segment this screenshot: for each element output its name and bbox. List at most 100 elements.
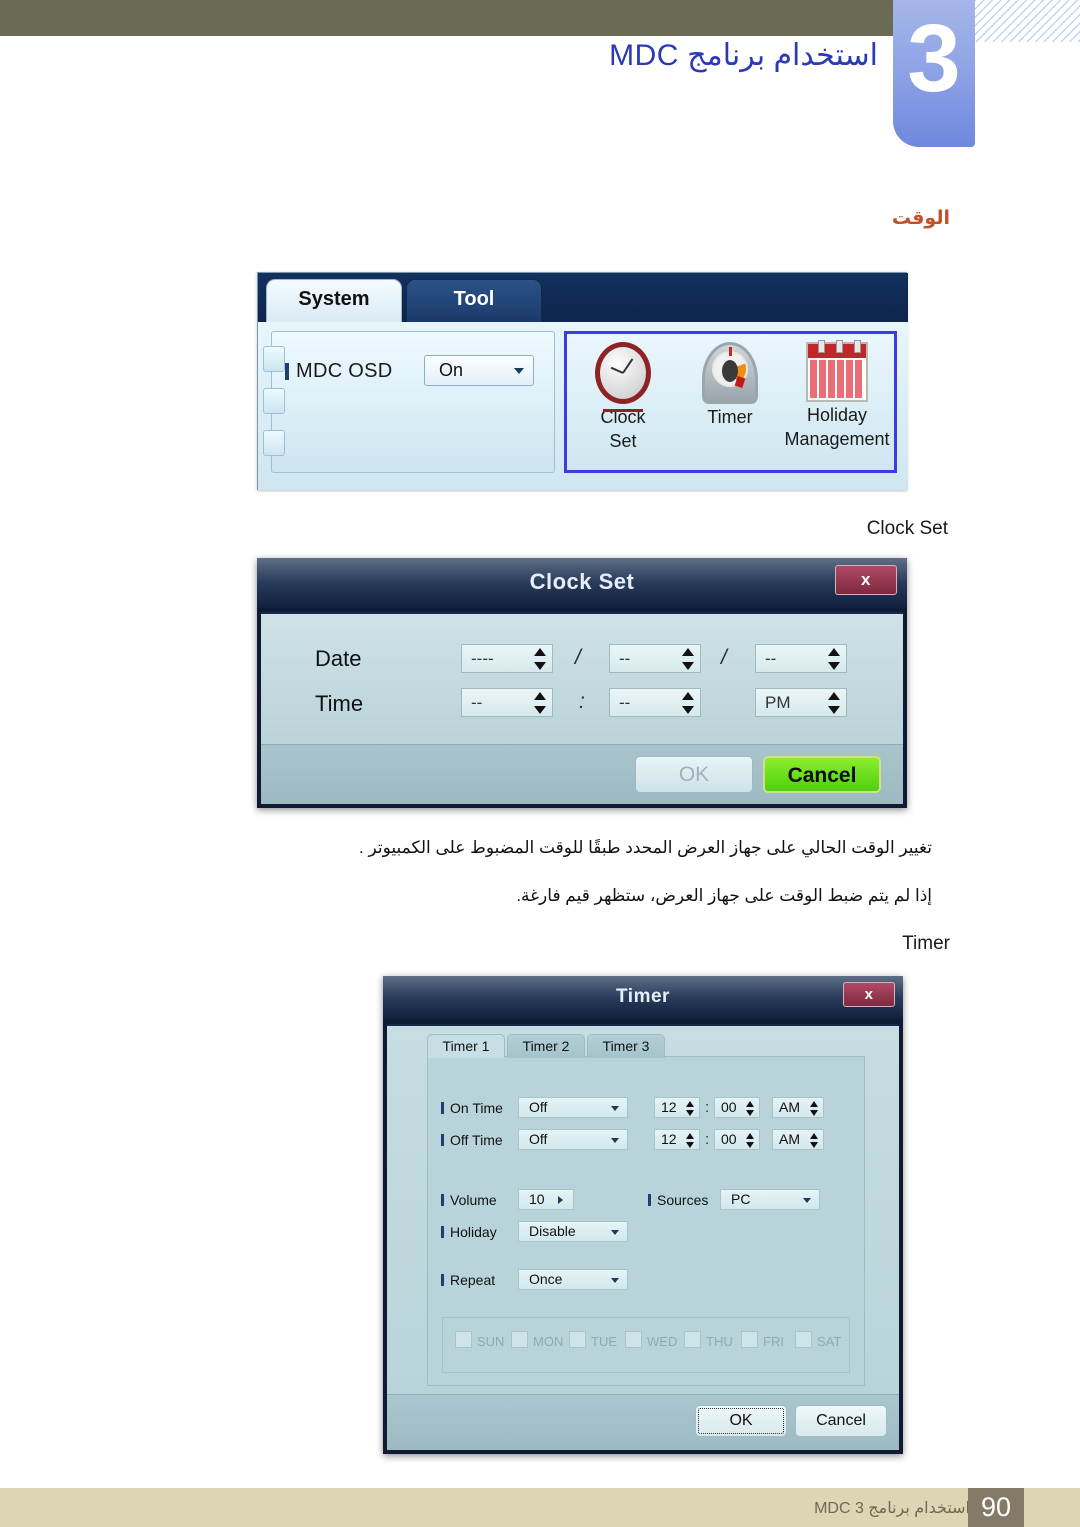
timer-pointer-icon (729, 347, 732, 356)
checkbox-sun[interactable] (455, 1331, 472, 1348)
time-hour-spinner[interactable]: -- (461, 688, 553, 717)
timer-title-text: Timer (616, 986, 670, 1007)
off-time-mode-select[interactable]: Off (518, 1129, 628, 1150)
off-time-label: Off Time (441, 1132, 503, 1148)
tile-holiday-management[interactable]: Holiday Management (784, 340, 890, 450)
time-minute-spinner[interactable]: -- (609, 688, 701, 717)
spinner-arrows-icon[interactable] (810, 1101, 819, 1116)
off-time-hour-value: 12 (661, 1131, 677, 1147)
spinner-arrows-icon[interactable] (534, 692, 546, 714)
date-month-spinner[interactable]: -- (609, 644, 701, 673)
on-time-hour-spinner[interactable]: 12 (654, 1097, 700, 1118)
tool-panel-body: MDC OSD On Clock Set Timer Holiday Manag… (258, 322, 908, 490)
day-label-sat: SAT (817, 1334, 842, 1349)
on-time-meridiem-value: AM (779, 1099, 800, 1115)
mdc-osd-value: On (439, 360, 464, 380)
chevron-down-icon (514, 368, 524, 374)
tile-timer[interactable]: Timer (677, 342, 783, 431)
spinner-arrows-icon[interactable] (828, 648, 840, 670)
checkbox-thu[interactable] (684, 1331, 701, 1348)
tab-timer-3[interactable]: Timer 3 (587, 1034, 665, 1058)
timer-red-marker-icon (734, 376, 746, 388)
spinner-arrows-icon[interactable] (746, 1101, 755, 1116)
calendar-grid-icon (810, 360, 864, 398)
date-day-value: -- (765, 649, 777, 668)
timer-titlebar: Timer x (383, 976, 903, 1020)
corner-hatch-decoration (975, 0, 1080, 42)
on-time-colon: : (705, 1099, 710, 1116)
calendar-ring-icon-3 (854, 340, 861, 353)
spinner-arrows-icon[interactable] (828, 692, 840, 714)
off-time-hour-spinner[interactable]: 12 (654, 1129, 700, 1150)
calendar-ring-icon-1 (818, 340, 825, 353)
day-label-tue: TUE (591, 1334, 617, 1349)
section-heading: الوقت (891, 208, 950, 229)
holiday-select[interactable]: Disable (518, 1221, 628, 1242)
chevron-down-icon (803, 1198, 811, 1203)
spinner-arrows-icon[interactable] (810, 1133, 819, 1148)
clock-set-dialog: Clock Set x Date Time ---- / -- / -- -- … (257, 558, 907, 808)
tile-clock-set[interactable]: Clock Set (570, 342, 676, 452)
calendar-ring-icon-2 (836, 340, 843, 353)
checkbox-fri[interactable] (741, 1331, 758, 1348)
date-separator-2: / (721, 646, 727, 669)
on-time-hour-value: 12 (661, 1099, 677, 1115)
osd-settings-group: MDC OSD On (263, 331, 555, 473)
tab-timer-1[interactable]: Timer 1 (427, 1034, 505, 1058)
date-label: Date (315, 646, 362, 671)
cutoff-control-3[interactable] (263, 430, 285, 456)
repeat-label: Repeat (440, 1272, 496, 1288)
timer-dialog: Timer x Timer 1 Timer 2 Timer 3 On Time … (383, 976, 903, 1454)
spinner-arrows-icon[interactable] (682, 648, 694, 670)
alarm-clock-feet-icon (603, 402, 643, 412)
spinner-arrows-icon[interactable] (746, 1133, 755, 1148)
close-icon[interactable]: x (843, 982, 895, 1007)
sources-select[interactable]: PC (720, 1189, 820, 1210)
tile-holiday-label-2: Management (784, 429, 890, 449)
off-time-meridiem-value: AM (779, 1131, 800, 1147)
mdc-tool-panel: System Tool MDC OSD On Clock Set Timer H… (257, 272, 908, 490)
date-day-spinner[interactable]: -- (755, 644, 847, 673)
cutoff-control-1[interactable] (263, 346, 285, 372)
on-time-meridiem-spinner[interactable]: AM (772, 1097, 824, 1118)
checkbox-mon[interactable] (511, 1331, 528, 1348)
day-label-sun: SUN (477, 1334, 505, 1349)
volume-stepper[interactable]: 10 (518, 1189, 574, 1210)
on-time-mode-select[interactable]: Off (518, 1097, 628, 1118)
cutoff-control-2[interactable] (263, 388, 285, 414)
off-time-minute-spinner[interactable]: 00 (714, 1129, 760, 1150)
spinner-arrows-icon[interactable] (682, 692, 694, 714)
tab-tool[interactable]: Tool (406, 279, 542, 322)
clock-set-titlebar: Clock Set x (257, 558, 907, 608)
close-icon[interactable]: x (835, 565, 897, 595)
date-year-spinner[interactable]: ---- (461, 644, 553, 673)
on-time-minute-spinner[interactable]: 00 (714, 1097, 760, 1118)
tab-timer-2[interactable]: Timer 2 (507, 1034, 585, 1058)
timer-ok-button[interactable]: OK (695, 1405, 787, 1437)
clock-set-cancel-button[interactable]: Cancel (763, 756, 881, 793)
timer-body: Timer 1 Timer 2 Timer 3 On Time Off 12 :… (387, 1024, 899, 1450)
tile-holiday-label-1: Holiday (806, 405, 868, 425)
spinner-arrows-icon[interactable] (686, 1133, 695, 1148)
time-meridiem-spinner[interactable]: PM (755, 688, 847, 717)
repeat-select[interactable]: Once (518, 1269, 628, 1290)
mdc-osd-select[interactable]: On (424, 355, 534, 386)
clock-set-caption: Clock Set (866, 518, 948, 539)
off-time-meridiem-spinner[interactable]: AM (772, 1129, 824, 1150)
clock-set-ok-button[interactable]: OK (635, 756, 753, 793)
timer-tabpanel: Timer 1 Timer 2 Timer 3 On Time Off 12 :… (427, 1034, 865, 1386)
note-line-1: تغيير الوقت الحالي على جهاز العرض المحدد… (359, 838, 932, 857)
spinner-arrows-icon[interactable] (534, 648, 546, 670)
timer-cancel-button[interactable]: Cancel (795, 1405, 887, 1437)
alarm-clock-icon (595, 342, 651, 404)
kitchen-timer-icon (702, 342, 758, 404)
day-label-mon: MON (533, 1334, 564, 1349)
checkbox-wed[interactable] (625, 1331, 642, 1348)
checkbox-tue[interactable] (569, 1331, 586, 1348)
tab-system[interactable]: System (266, 279, 402, 322)
checkbox-sat[interactable] (795, 1331, 812, 1348)
spinner-arrows-icon[interactable] (686, 1101, 695, 1116)
holiday-value: Disable (529, 1223, 576, 1239)
tool-panel-tabstrip: System Tool (258, 273, 908, 322)
tile-clock-set-label-2: Set (609, 431, 637, 451)
